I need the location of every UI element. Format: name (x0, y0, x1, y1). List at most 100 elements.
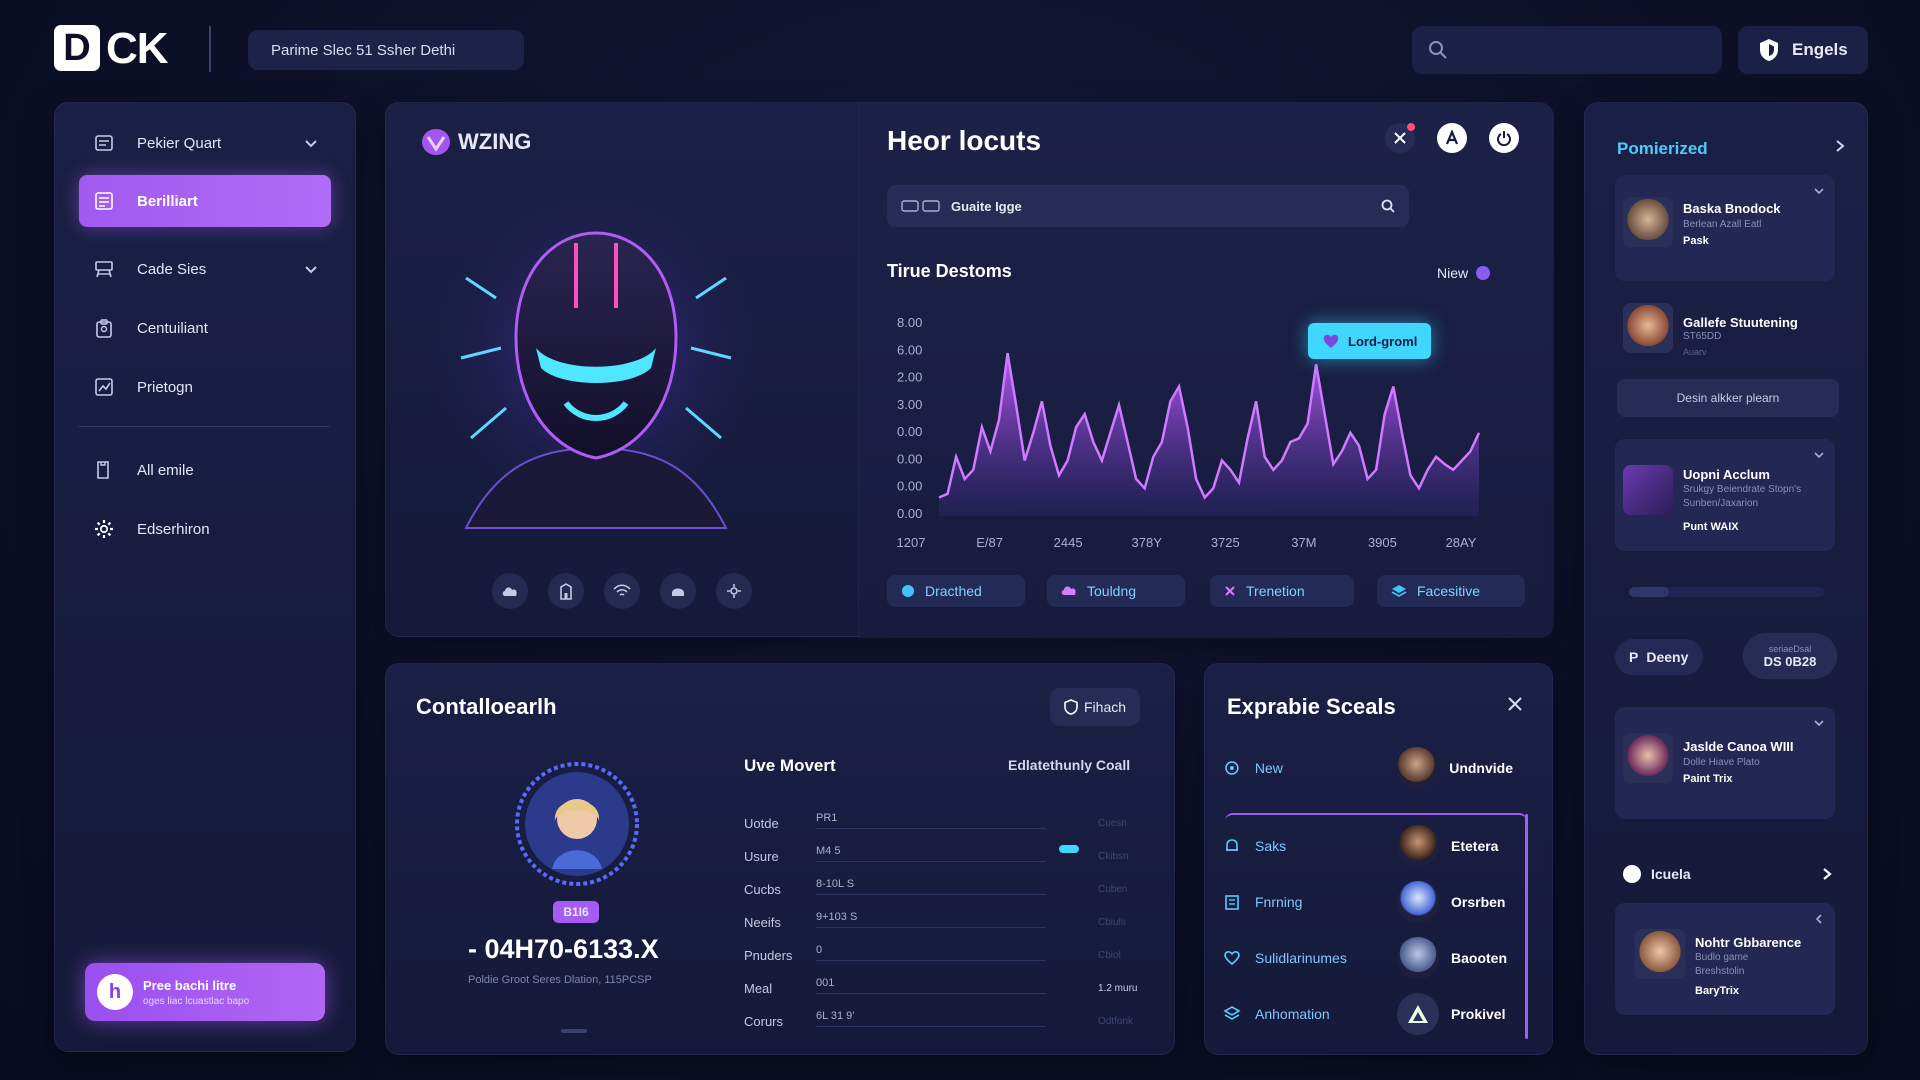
filter-dracthed[interactable]: Dracthed (887, 575, 1025, 607)
avatar (1623, 733, 1673, 783)
deeny-label: Deeny (1646, 649, 1689, 665)
right-panel-title: Pomierized (1617, 139, 1708, 158)
chevron-down-icon[interactable] (1813, 185, 1825, 197)
shield-icon (1760, 39, 1778, 61)
building-icon[interactable] (548, 573, 584, 609)
avatar (1397, 937, 1439, 979)
row-value: 0 (816, 944, 823, 956)
layers-icon (1223, 1006, 1241, 1020)
sidebar-item-label: Berilliart (137, 192, 198, 210)
list-item[interactable]: Fnrning Orsrben (1223, 878, 1513, 926)
cloud-icon[interactable] (492, 573, 528, 609)
filter-label: Trenetion (1246, 583, 1305, 599)
y-tick-label: 0.00 (897, 451, 922, 466)
sidebar-item-pekier-quart[interactable]: Pekier Quart (79, 117, 331, 169)
avatar (1623, 465, 1673, 515)
chart-tooltip[interactable]: Lord-groml (1308, 323, 1432, 359)
chart-panel-title: Heor locuts (887, 125, 1042, 156)
row-side: Cuesn (1098, 818, 1127, 829)
card-tag: Punt WAIX (1683, 521, 1739, 533)
sidebar-item-edserhiron[interactable]: Edserhiron (79, 503, 331, 555)
chevron-down-icon[interactable] (301, 133, 321, 153)
close-x-button[interactable] (1385, 123, 1415, 153)
account-button[interactable] (1437, 123, 1467, 153)
sidebar-item-cade-sies[interactable]: Cade Sies (79, 243, 331, 295)
chevron-down-icon[interactable] (301, 259, 321, 279)
person-card[interactable]: Baska Bnodock Berlean Azall Eatl Pask (1615, 175, 1835, 281)
explore-name: Prokivel (1451, 1006, 1506, 1022)
close-icon[interactable] (1507, 696, 1523, 712)
row-side: Ckibsn (1098, 851, 1129, 862)
sidebar-item-berilliart[interactable]: Berilliart (79, 175, 331, 227)
list-item[interactable]: New Undnvide (1223, 744, 1513, 792)
explore-title: Exprabie Sceals (1227, 694, 1396, 719)
hero-robot-illustration (431, 198, 761, 538)
profile-avatar-ring[interactable] (512, 759, 642, 889)
fihach-button[interactable]: Fihach (1050, 688, 1141, 726)
card-name: Nohtr Gbbarence (1695, 935, 1802, 950)
y-tick-label: 0.00 (897, 479, 922, 494)
global-search-input[interactable] (1412, 26, 1722, 74)
explore-label: New (1254, 760, 1283, 776)
promo-card[interactable]: h Pree bachi litre oges liac lcuastlac b… (85, 963, 325, 1021)
progress-track[interactable] (1629, 587, 1825, 597)
sidebar-item-prietogn[interactable]: Prietogn (79, 361, 331, 413)
row-toggle[interactable] (1059, 845, 1079, 853)
globe-icon (902, 585, 914, 597)
language-button[interactable]: Engels (1738, 26, 1868, 74)
fihach-label: Fihach (1084, 699, 1127, 715)
row-value: M4 5 (816, 845, 841, 857)
brand: WZING (420, 127, 531, 157)
sidebar-item-label: Edserhiron (137, 520, 210, 538)
heart-icon (1224, 951, 1240, 966)
sidebar-item-label: Pekier Quart (137, 134, 222, 152)
chart-toolbar (1385, 123, 1519, 153)
filter-label: Facesitive (1417, 583, 1481, 599)
sidebar-item-all-emile[interactable]: All emile (79, 444, 331, 496)
shield-icon (1064, 699, 1078, 715)
x-tick-label: 2445 (1054, 535, 1083, 550)
chart-view-toggle[interactable]: Niew (1437, 265, 1491, 281)
y-tick-label: 8.00 (897, 315, 922, 330)
filter-trenetion[interactable]: Trenetion (1210, 575, 1354, 607)
person-card[interactable]: Nohtr Gbbarence Budlo game Breshstolin B… (1615, 903, 1835, 1015)
section-label: Icuela (1651, 866, 1691, 882)
chevron-down-icon[interactable] (1813, 449, 1825, 461)
ds-pill[interactable]: seriaeDsal DS 0B28 (1743, 633, 1837, 679)
deeny-pill[interactable]: P Deeny (1615, 639, 1703, 675)
progress-thumb[interactable] (1629, 587, 1669, 597)
row-key: Uotde (744, 816, 779, 831)
person-card[interactable]: Uopni Acclum Srukgy Beiendrate Stopn's S… (1615, 439, 1835, 551)
search-icon (1429, 41, 1447, 59)
person-card[interactable]: Jaslde Canoa WIII Dolle Hiave Plato Pain… (1615, 707, 1835, 819)
list-item[interactable]: Sulidlarinumes Baooten (1223, 934, 1513, 982)
settings-icon[interactable] (716, 573, 752, 609)
breadcrumb[interactable]: Parime Slec 51 Ssher Dethi (248, 30, 524, 70)
level-badge: B1I6 (553, 901, 599, 923)
row-key: Pnuders (744, 948, 793, 963)
chevron-down-icon[interactable] (1813, 717, 1825, 729)
list-item[interactable]: Saks Etetera (1223, 822, 1513, 870)
list-item[interactable]: Anhomation Prokivel (1223, 990, 1513, 1038)
section-header[interactable]: Icuela (1623, 865, 1833, 883)
wifi-icon[interactable] (604, 573, 640, 609)
helmet-icon[interactable] (660, 573, 696, 609)
clipboard-icon (96, 319, 112, 338)
table-row: Cucbs 8-10L S Cuben (744, 874, 1144, 904)
sidebar-item-label: Centuiliant (137, 319, 208, 337)
chart-search-input[interactable]: Guaite Igge (887, 185, 1409, 227)
filter-facesitive[interactable]: Facesitive (1377, 575, 1525, 607)
filter-touldng[interactable]: Touldng (1047, 575, 1185, 607)
chevron-right-icon[interactable] (1833, 139, 1847, 153)
sidebar-item-centuiliant[interactable]: Centuiliant (79, 302, 331, 354)
chart-search-text: Guaite Igge (951, 198, 1022, 214)
row-key: Usure (744, 849, 779, 864)
logo-mark[interactable]: D (54, 25, 100, 71)
brand-logo-icon (422, 129, 450, 155)
explore-name: Undnvide (1449, 760, 1513, 776)
power-button[interactable] (1489, 123, 1519, 153)
sidebar-item-label: All emile (137, 461, 194, 479)
wide-action-button[interactable]: Desin alkker plearn (1617, 379, 1839, 417)
chevron-left-icon[interactable] (1813, 913, 1825, 925)
person-card[interactable]: Gallefe Stuutening ST65DD Auarv (1615, 285, 1835, 369)
